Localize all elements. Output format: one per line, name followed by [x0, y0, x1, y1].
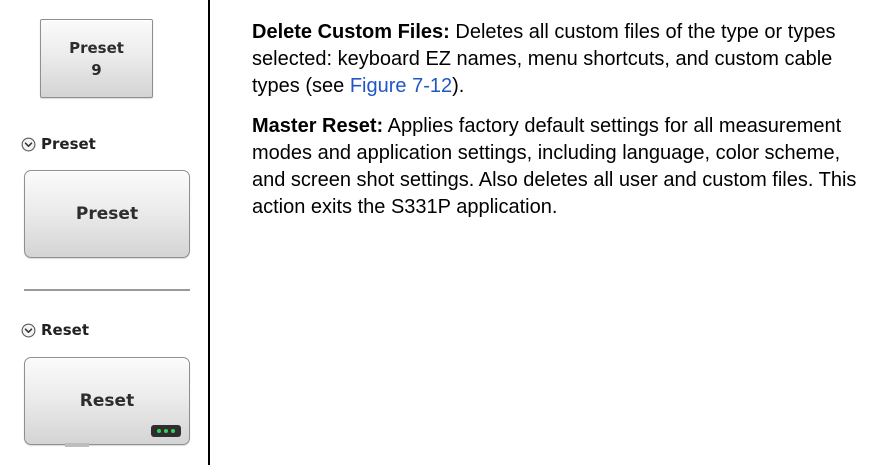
delete-custom-files-title: Delete Custom Files:: [252, 21, 450, 43]
description-panel: Delete Custom Files: Deletes all custom …: [252, 19, 862, 234]
preset-section-label: Preset: [41, 135, 96, 153]
left-button-panel: Preset 9 Preset Preset Reset Reset: [0, 0, 208, 465]
reset-button[interactable]: Reset: [24, 357, 190, 447]
button-shadow-decoration: [65, 443, 89, 447]
reset-button-label: Reset: [79, 391, 135, 411]
chevron-down-circle-icon: [21, 323, 36, 337]
preset-9-button-line1: Preset: [69, 38, 124, 57]
reset-section-header[interactable]: Reset: [21, 321, 89, 339]
more-dots-icon: [151, 425, 181, 437]
figure-7-12-link[interactable]: Figure 7-12: [350, 75, 452, 97]
delete-custom-files-description: Delete Custom Files: Deletes all custom …: [252, 19, 862, 100]
preset-section-header[interactable]: Preset: [21, 135, 96, 153]
master-reset-description: Master Reset: Applies factory default se…: [252, 113, 862, 221]
preset-button-label: Preset: [75, 204, 139, 224]
preset-9-button-line2: 9: [91, 60, 102, 79]
section-divider: [24, 289, 190, 291]
column-divider: [208, 0, 210, 465]
delete-custom-files-text-end: ).: [452, 75, 465, 97]
preset-button[interactable]: Preset: [24, 170, 190, 258]
chevron-down-circle-icon: [21, 137, 36, 151]
master-reset-title: Master Reset:: [252, 115, 384, 137]
reset-section-label: Reset: [41, 321, 89, 339]
preset-9-button[interactable]: Preset 9: [40, 19, 153, 98]
